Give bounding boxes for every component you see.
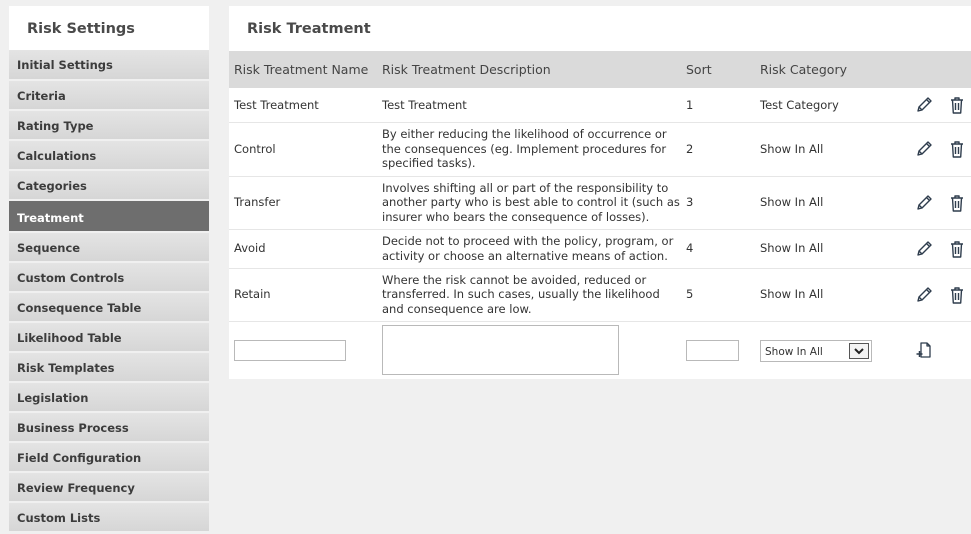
column-header-category: Risk Category <box>755 51 905 88</box>
cell-description: Involves shifting all or part of the res… <box>377 176 681 230</box>
pencil-icon[interactable] <box>915 285 933 305</box>
cell-new-name <box>229 321 377 378</box>
sidebar-item-risk-templates[interactable]: Risk Templates <box>9 353 209 381</box>
cell-name: Control <box>229 122 377 177</box>
page-title: Risk Treatment <box>247 21 371 37</box>
cell-sort: 2 <box>681 122 755 177</box>
cell-category: Show In All <box>755 268 905 322</box>
sidebar-item-sequence[interactable]: Sequence <box>9 233 209 261</box>
cell-actions <box>905 268 971 322</box>
sidebar-item-consequence-table[interactable]: Consequence Table <box>9 293 209 321</box>
risk-treatment-panel: Risk Treatment Risk Treatment Name Risk … <box>229 6 971 379</box>
cell-new-sort <box>681 321 755 378</box>
trash-icon[interactable] <box>948 95 966 115</box>
cell-new-description <box>377 321 681 378</box>
cell-category: Show In All <box>755 176 905 230</box>
trash-icon[interactable] <box>948 139 966 159</box>
risk-treatment-table: Risk Treatment Name Risk Treatment Descr… <box>229 51 971 378</box>
cell-description: By either reducing the likelihood of occ… <box>377 122 681 177</box>
column-header-name: Risk Treatment Name <box>229 51 377 88</box>
column-header-actions <box>905 51 971 88</box>
category-select[interactable]: Show In All <box>760 339 872 362</box>
cell-sort: 1 <box>681 88 755 123</box>
cell-category: Test Category <box>755 88 905 123</box>
cell-description: Test Treatment <box>377 88 681 123</box>
cell-actions <box>905 88 971 123</box>
new-name-input[interactable] <box>234 340 346 362</box>
cell-name: Test Treatment <box>229 88 377 123</box>
trash-icon[interactable] <box>948 239 966 259</box>
cell-sort: 3 <box>681 176 755 230</box>
column-header-sort: Sort <box>681 51 755 88</box>
sidebar-item-calculations[interactable]: Calculations <box>9 141 209 169</box>
chevron-down-icon[interactable] <box>849 342 869 359</box>
cell-name: Transfer <box>229 176 377 230</box>
column-header-description: Risk Treatment Description <box>377 51 681 88</box>
pencil-icon[interactable] <box>915 139 933 159</box>
trash-icon[interactable] <box>948 285 966 305</box>
sidebar-item-legislation[interactable]: Legislation <box>9 383 209 411</box>
trash-icon[interactable] <box>948 193 966 213</box>
table-row: Transfer Involves shifting all or part o… <box>229 176 971 230</box>
sidebar-item-field-configuration[interactable]: Field Configuration <box>9 443 209 471</box>
cell-new-category: Show In All <box>755 321 905 378</box>
sidebar-item-categories[interactable]: Categories <box>9 171 209 199</box>
cell-actions <box>905 176 971 230</box>
sidebar-item-criteria[interactable]: Criteria <box>9 81 209 109</box>
add-document-icon[interactable] <box>915 340 933 360</box>
sidebar-item-custom-lists[interactable]: Custom Lists <box>9 503 209 531</box>
table-row: Control By either reducing the likelihoo… <box>229 122 971 177</box>
table-row: Test Treatment Test Treatment 1 Test Cat… <box>229 88 971 123</box>
table-row: Avoid Decide not to proceed with the pol… <box>229 229 971 269</box>
pencil-icon[interactable] <box>915 95 933 115</box>
sidebar-item-custom-controls[interactable]: Custom Controls <box>9 263 209 291</box>
sidebar-title: Risk Settings <box>9 6 209 50</box>
new-entry-row: Show In All <box>229 321 971 378</box>
sidebar-item-initial-settings[interactable]: Initial Settings <box>9 50 209 79</box>
sidebar-item-business-process[interactable]: Business Process <box>9 413 209 441</box>
sidebar-item-rating-type[interactable]: Rating Type <box>9 111 209 139</box>
cell-actions <box>905 122 971 177</box>
table-row: Retain Where the risk cannot be avoided,… <box>229 268 971 322</box>
table-header-row: Risk Treatment Name Risk Treatment Descr… <box>229 51 971 88</box>
cell-category: Show In All <box>755 122 905 177</box>
cell-actions <box>905 229 971 269</box>
cell-sort: 5 <box>681 268 755 322</box>
cell-name: Avoid <box>229 229 377 269</box>
pencil-icon[interactable] <box>915 193 933 213</box>
risk-settings-sidebar: Risk Settings Initial Settings Criteria … <box>9 6 209 531</box>
pencil-icon[interactable] <box>915 239 933 259</box>
cell-name: Retain <box>229 268 377 322</box>
cell-new-actions <box>905 321 971 378</box>
sidebar-item-review-frequency[interactable]: Review Frequency <box>9 473 209 501</box>
sidebar-item-likelihood-table[interactable]: Likelihood Table <box>9 323 209 351</box>
sidebar-item-treatment[interactable]: Treatment <box>9 201 209 231</box>
cell-description: Where the risk cannot be avoided, reduce… <box>377 268 681 322</box>
category-select-value: Show In All <box>765 345 823 358</box>
cell-category: Show In All <box>755 229 905 269</box>
new-description-textarea[interactable] <box>382 324 619 375</box>
new-sort-input[interactable] <box>686 340 739 362</box>
cell-sort: 4 <box>681 229 755 269</box>
sidebar-menu: Initial Settings Criteria Rating Type Ca… <box>9 50 209 531</box>
cell-description: Decide not to proceed with the policy, p… <box>377 229 681 269</box>
